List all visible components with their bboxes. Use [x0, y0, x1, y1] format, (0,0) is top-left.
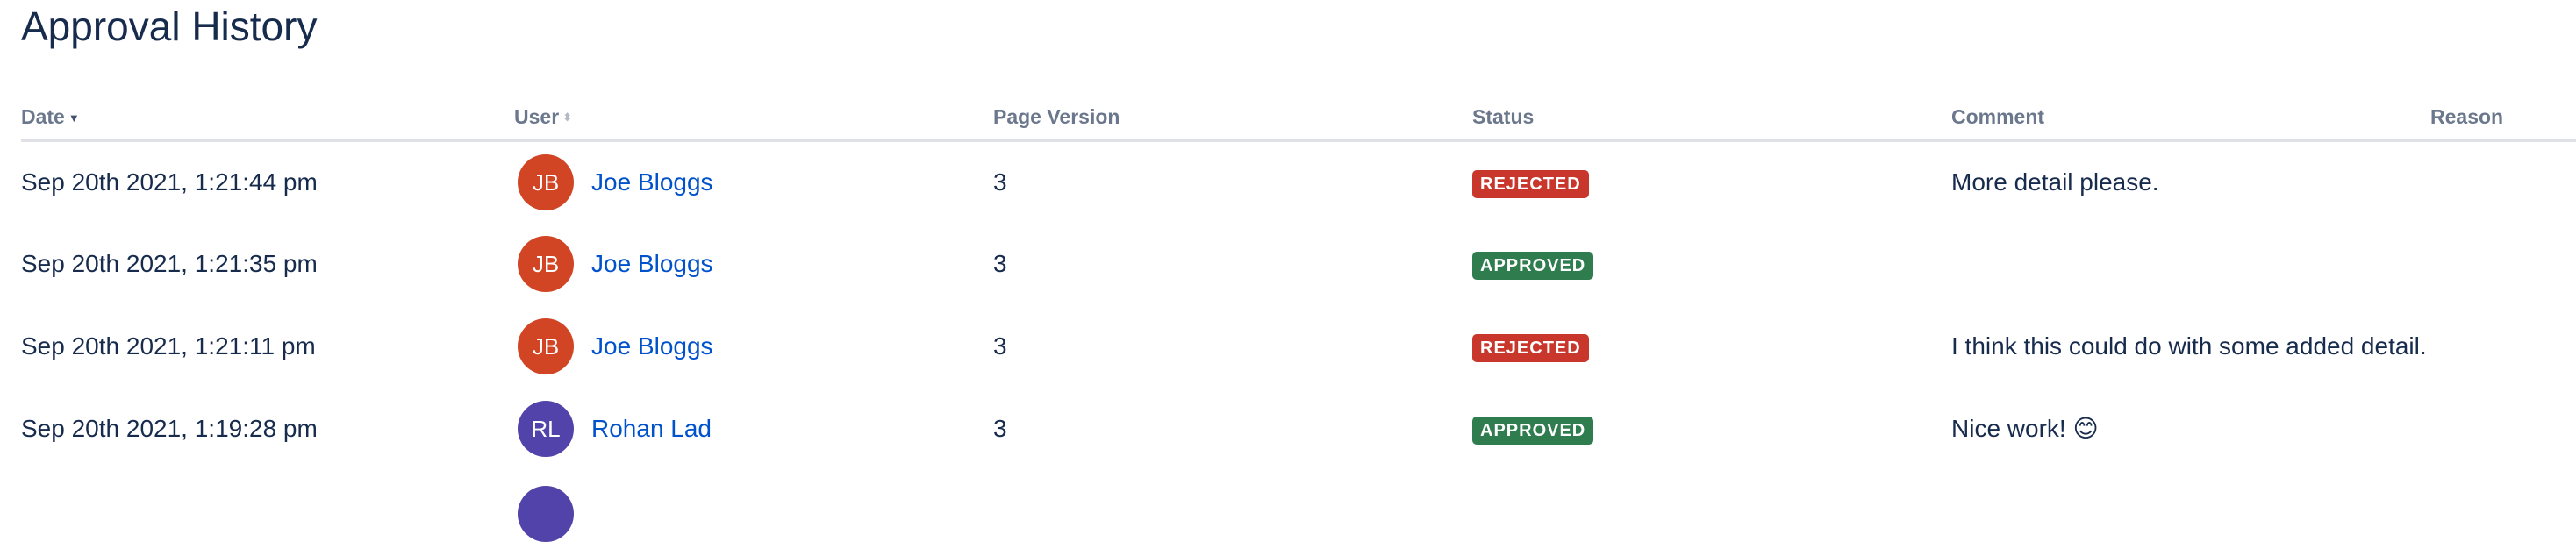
date-cell: Sep 20th 2021, 1:21:44 pm	[21, 168, 318, 196]
user-link[interactable]: Rohan Lad	[591, 415, 712, 443]
user-link[interactable]: Joe Bloggs	[591, 250, 713, 278]
avatar[interactable]: JB	[518, 236, 574, 292]
date-cell: Sep 20th 2021, 1:19:28 pm	[21, 415, 318, 442]
sort-descending-icon: ▼	[68, 111, 80, 125]
status-cell: REJECTED	[1472, 140, 1951, 223]
status-cell: REJECTED	[1472, 305, 1951, 388]
table-row: Sep 20th 2021, 1:21:44 pm JB Joe Bloggs …	[21, 140, 2576, 223]
avatar[interactable]: JB	[518, 318, 574, 374]
status-cell: APPROVED	[1472, 223, 1951, 305]
column-header-comment: Comment	[1951, 95, 2430, 142]
reason-cell	[2430, 140, 2576, 223]
page-version-cell: 3	[993, 250, 1007, 277]
column-header-page-version: Page Version	[993, 95, 1472, 142]
avatar[interactable]: JB	[518, 154, 574, 210]
table-row: Sep 20th 2021, 1:21:11 pm JB Joe Bloggs …	[21, 305, 2576, 388]
user-cell: JB Joe Bloggs	[514, 305, 993, 388]
date-header-label: Date	[21, 104, 65, 128]
status-badge: REJECTED	[1472, 169, 1589, 198]
user-cell: JB Joe Bloggs	[514, 140, 993, 223]
approval-history-page: Approval History Date ▼ User ⬍ Page Versio…	[0, 0, 2576, 542]
user-link[interactable]: Joe Bloggs	[591, 168, 713, 196]
column-header-reason: Reason	[2430, 95, 2576, 142]
reason-cell	[2430, 223, 2576, 305]
status-badge: APPROVED	[1472, 416, 1594, 445]
comment-cell: More detail please.	[1951, 168, 2159, 196]
approval-history-table: Date ▼ User ⬍ Page Version Status Comment …	[21, 95, 2576, 542]
table-row: Sep 20th 2021, 1:21:35 pm JB Joe Bloggs …	[21, 223, 2576, 305]
user-header-label: User	[514, 104, 560, 128]
reason-cell	[2430, 388, 2576, 470]
comment-cell: I think this could do with some added de…	[1951, 332, 2427, 360]
column-header-date[interactable]: Date ▼	[21, 95, 514, 142]
page-version-cell: 3	[993, 168, 1007, 196]
user-cell: JB Joe Bloggs	[514, 223, 993, 305]
avatar[interactable]: RL	[518, 401, 574, 457]
avatar[interactable]	[518, 486, 574, 542]
column-header-user[interactable]: User ⬍	[514, 95, 993, 142]
sort-icon: ⬍	[562, 111, 573, 125]
page-title: Approval History	[21, 4, 318, 49]
status-badge: APPROVED	[1472, 251, 1594, 280]
status-badge: REJECTED	[1472, 333, 1589, 362]
page-version-cell: 3	[993, 332, 1007, 360]
status-cell: APPROVED	[1472, 388, 1951, 470]
table-row: Sep 20th 2021, 1:19:28 pm RL Rohan Lad 3…	[21, 388, 2576, 470]
user-cell	[514, 470, 993, 542]
table-row-partial	[21, 470, 2576, 542]
date-cell: Sep 20th 2021, 1:21:11 pm	[21, 332, 316, 360]
user-cell: RL Rohan Lad	[514, 388, 993, 470]
column-header-status: Status	[1472, 95, 1951, 142]
comment-cell	[1951, 223, 2430, 305]
reason-cell	[2430, 305, 2576, 388]
date-cell: Sep 20th 2021, 1:21:35 pm	[21, 250, 318, 277]
table-header-row: Date ▼ User ⬍ Page Version Status Comment …	[21, 95, 2576, 142]
comment-cell: Nice work! 😊	[1951, 415, 2099, 442]
user-link[interactable]: Joe Bloggs	[591, 332, 713, 360]
page-version-cell: 3	[993, 415, 1007, 442]
